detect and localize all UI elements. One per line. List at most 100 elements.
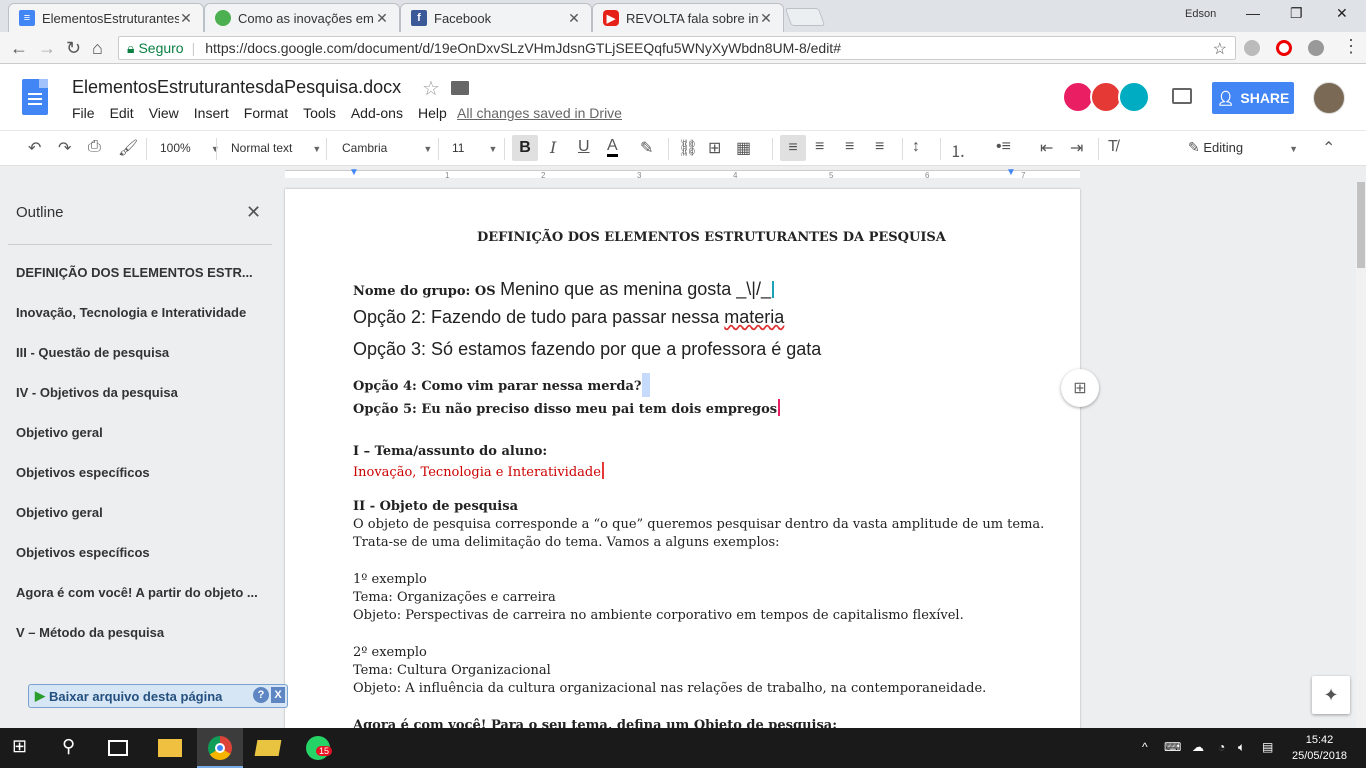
new-tab-button[interactable] xyxy=(784,8,826,26)
account-avatar[interactable] xyxy=(1313,82,1345,114)
minimize-icon[interactable]: — xyxy=(1246,5,1260,21)
search-icon[interactable]: ⚲ xyxy=(62,736,86,760)
url-text[interactable]: https://docs.google.com/document/d/19eOn… xyxy=(205,40,841,56)
close-icon[interactable]: ✕ xyxy=(246,202,261,223)
explore-button[interactable]: ✦ xyxy=(1312,676,1350,714)
omnibox[interactable]: 🔒︎ Seguro | https://docs.google.com/docu… xyxy=(118,36,1236,60)
outline-item[interactable]: Objetivos específicos xyxy=(16,465,266,480)
help-button[interactable]: ? xyxy=(253,687,269,703)
outline-item[interactable]: DEFINIÇÃO DOS ELEMENTOS ESTR... xyxy=(16,265,266,280)
align-left-icon[interactable]: ≡ xyxy=(780,135,806,161)
windows-start-icon[interactable]: ⊞ xyxy=(12,736,36,760)
increase-indent-icon[interactable]: ⇥ xyxy=(1070,138,1083,158)
comments-icon[interactable] xyxy=(1172,88,1192,104)
volume-icon[interactable]: 🔈︎ xyxy=(1238,740,1245,755)
menu-file[interactable]: File xyxy=(72,105,95,121)
vertical-scrollbar[interactable] xyxy=(1356,182,1366,728)
star-icon[interactable]: ☆ xyxy=(422,76,440,101)
paint-format-icon[interactable]: 🖌︎ xyxy=(118,138,138,158)
show-hidden-icons-icon[interactable]: ^ xyxy=(1142,740,1148,754)
extension-icon[interactable] xyxy=(1308,40,1324,56)
system-clock[interactable]: 15:42 25/05/2018 xyxy=(1292,732,1347,764)
ruler-track[interactable]: ▼ 1 2 3 4 5 6 7 ▼ xyxy=(285,167,1080,180)
document-page[interactable]: DEFINIÇÃO DOS ELEMENTOS ESTRUTURANTES DA… xyxy=(285,189,1080,749)
document-title[interactable]: ElementosEstruturantesdaPesquisa.docx xyxy=(72,77,401,98)
chrome-taskbar-button[interactable] xyxy=(197,728,243,768)
line-spacing-icon[interactable]: ↕ xyxy=(912,138,920,156)
opera-icon[interactable] xyxy=(1276,40,1292,56)
misspelled-word[interactable]: materia xyxy=(724,307,784,327)
wifi-icon[interactable]: ◔ xyxy=(1218,740,1225,754)
outline-item[interactable]: Agora é com você! A partir do objeto ... xyxy=(16,585,266,600)
close-tab-icon[interactable]: ✕ xyxy=(375,10,389,27)
file-explorer-icon[interactable] xyxy=(158,739,182,757)
editing-mode-select[interactable]: ✎ Editing ▼ xyxy=(1188,139,1298,156)
save-status[interactable]: All changes saved in Drive xyxy=(457,105,622,121)
reload-icon[interactable]: ↻ xyxy=(66,38,81,59)
menu-view[interactable]: View xyxy=(149,105,179,121)
insert-comment-icon[interactable]: ⊞ xyxy=(708,138,721,158)
redo-icon[interactable]: ↷ xyxy=(58,138,71,158)
outline-item[interactable]: Objetivo geral xyxy=(16,425,266,440)
whatsapp-icon[interactable]: 15 xyxy=(306,736,333,760)
close-tab-icon[interactable]: ✕ xyxy=(759,10,773,27)
download-addon-bar[interactable]: ▶ Baixar arquivo desta página ? X xyxy=(28,684,288,708)
onedrive-icon[interactable]: ☁ xyxy=(1192,740,1204,754)
menu-addons[interactable]: Add-ons xyxy=(351,105,403,121)
text-color-icon[interactable]: A xyxy=(607,138,618,157)
menu-tools[interactable]: Tools xyxy=(303,105,336,121)
close-button[interactable]: X xyxy=(271,687,285,703)
close-window-icon[interactable]: ✕ xyxy=(1336,5,1348,22)
outline-item[interactable]: Objetivos específicos xyxy=(16,545,266,560)
menu-help[interactable]: Help xyxy=(418,105,447,121)
right-indent-marker[interactable]: ▼ xyxy=(1006,167,1016,178)
insert-image-icon[interactable]: ▦ xyxy=(736,138,751,158)
numbered-list-icon[interactable]: ⒈ xyxy=(950,138,966,162)
tab-youtube[interactable]: ▶ REVOLTA fala sobre infân ✕ xyxy=(592,3,784,32)
profile-name[interactable]: Edson xyxy=(1185,8,1216,20)
tab-inovacoes[interactable]: Como as inovações em te ✕ xyxy=(204,3,400,32)
clear-formatting-icon[interactable]: T̸ xyxy=(1108,138,1118,156)
outline-item[interactable]: III - Questão de pesquisa xyxy=(16,345,266,360)
bold-icon[interactable]: B xyxy=(512,135,538,161)
close-tab-icon[interactable]: ✕ xyxy=(567,10,581,27)
extension-icon[interactable] xyxy=(1244,40,1260,56)
task-view-icon[interactable] xyxy=(108,740,128,756)
bookmark-star-icon[interactable]: ☆ xyxy=(1213,39,1227,59)
menu-insert[interactable]: Insert xyxy=(194,105,229,121)
highlight-icon[interactable]: ✎ xyxy=(640,138,653,158)
font-select[interactable]: Cambria ▼ xyxy=(342,141,432,155)
folder-icon[interactable] xyxy=(451,81,469,95)
decrease-indent-icon[interactable]: ⇤ xyxy=(1040,138,1053,158)
collaborator-avatar[interactable] xyxy=(1118,81,1150,113)
undo-icon[interactable]: ↶ xyxy=(28,138,41,158)
align-center-icon[interactable]: ≡ xyxy=(815,138,824,156)
outline-item[interactable]: IV - Objetivos da pesquisa xyxy=(16,385,266,400)
style-select[interactable]: Normal text ▼ xyxy=(231,141,321,155)
zoom-select[interactable]: 100%▼ xyxy=(160,141,220,155)
menu-icon[interactable]: ⋮ xyxy=(1342,36,1360,57)
add-comment-button[interactable]: ⊞ xyxy=(1061,369,1099,407)
close-tab-icon[interactable]: ✕ xyxy=(179,10,193,27)
link-icon[interactable]: ⛓︎ xyxy=(678,138,698,158)
language-icon[interactable]: ⌨ xyxy=(1164,740,1181,754)
underline-icon[interactable]: U xyxy=(578,138,590,156)
outline-item[interactable]: Objetivo geral xyxy=(16,505,266,520)
share-button[interactable]: 👤︎ SHARE xyxy=(1212,82,1294,114)
indent-marker[interactable]: ▼ xyxy=(349,167,359,178)
collapse-icon[interactable]: ⌃ xyxy=(1322,138,1335,158)
forward-icon[interactable]: → xyxy=(38,38,56,59)
home-icon[interactable]: ⌂ xyxy=(92,38,103,59)
bulleted-list-icon[interactable]: •≡ xyxy=(996,138,1011,156)
outline-item[interactable]: V – Método da pesquisa xyxy=(16,625,266,640)
google-docs-logo-icon[interactable] xyxy=(22,79,48,115)
outline-item[interactable]: Inovação, Tecnologia e Interatividade xyxy=(16,305,266,320)
tab-facebook[interactable]: f Facebook ✕ xyxy=(400,3,592,32)
menu-edit[interactable]: Edit xyxy=(110,105,134,121)
action-center-icon[interactable]: ▤ xyxy=(1262,740,1273,754)
italic-icon[interactable]: I xyxy=(550,138,556,157)
print-icon[interactable]: ⎙ xyxy=(88,138,101,156)
restore-icon[interactable]: ❐ xyxy=(1290,5,1303,22)
scrollbar-thumb[interactable] xyxy=(1357,182,1365,268)
folder-app-icon[interactable] xyxy=(254,740,282,756)
